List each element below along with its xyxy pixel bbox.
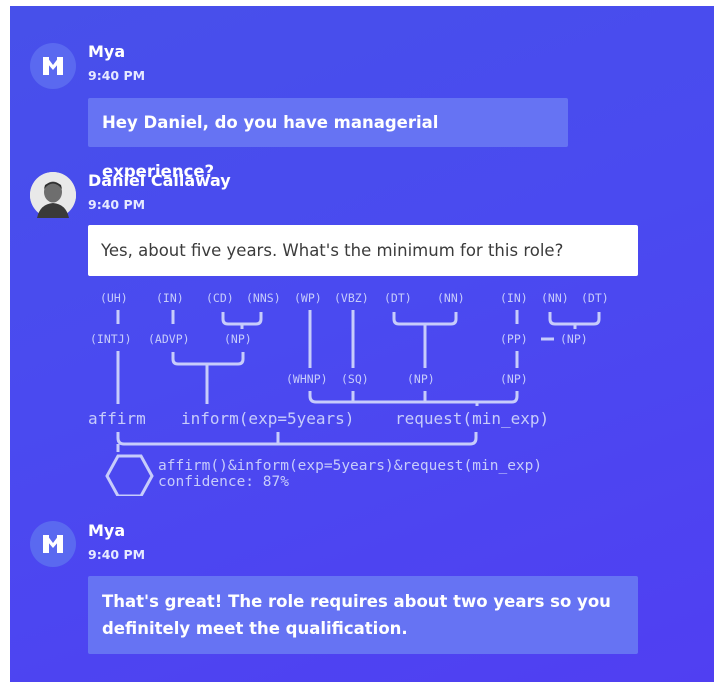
word-tag: (NNS): [246, 291, 281, 305]
phrase-tag: (NP): [224, 332, 252, 346]
word-tag: (VBZ): [334, 291, 369, 305]
tree-bracket: [308, 391, 519, 406]
word-tag: (NN): [541, 291, 569, 305]
word-tag: (UH): [100, 291, 128, 305]
dialogue-act: inform(exp=5years): [181, 409, 354, 428]
phrase-tag: (PP): [500, 332, 528, 346]
word-tag: (WP): [294, 291, 322, 305]
hexagon-icon: [105, 454, 154, 496]
mya-avatar: [30, 521, 76, 567]
word-tag: (NN): [437, 291, 465, 305]
bot-message-bubble: That's great! The role requires about tw…: [88, 576, 638, 654]
phrase-tag: (ADVP): [148, 332, 190, 346]
message-time: 9:40 PM: [88, 547, 146, 562]
tree-bracket: [171, 352, 245, 404]
message-text: That's great! The role requires about tw…: [102, 592, 611, 638]
dialogue-act: request(min_exp): [395, 409, 549, 428]
dialogue-act: affirm: [88, 409, 146, 428]
word-tag: (IN): [156, 291, 184, 305]
phrase-tag: (SQ): [341, 372, 369, 386]
phrase-tag: (NP): [560, 332, 588, 346]
tree-bracket: [392, 312, 458, 368]
word-tag: (DT): [581, 291, 609, 305]
parse-tree-diagram: (UH) (IN) (CD) (NNS) (WP) (VBZ) (DT) (NN…: [88, 291, 609, 496]
word-tag: (DT): [384, 291, 412, 305]
combined-intent: affirm()&inform(exp=5years)&request(min_…: [158, 458, 542, 474]
mya-logo-icon: [43, 535, 63, 553]
tree-bracket: [221, 312, 263, 329]
sender-name: Mya: [88, 521, 126, 540]
chat-panel: Mya 9:40 PM Hey Daniel, do you have mana…: [10, 6, 714, 682]
phrase-tag: (NP): [500, 372, 528, 386]
tree-bracket: [116, 432, 478, 452]
phrase-tag: (NP): [407, 372, 435, 386]
word-tag: (IN): [500, 291, 528, 305]
tree-bracket: [548, 312, 601, 329]
phrase-tag: (INTJ): [90, 332, 132, 346]
word-tag: (CD): [206, 291, 234, 305]
phrase-tag: (WHNP): [286, 372, 328, 386]
confidence-label: confidence: 87%: [158, 474, 289, 490]
